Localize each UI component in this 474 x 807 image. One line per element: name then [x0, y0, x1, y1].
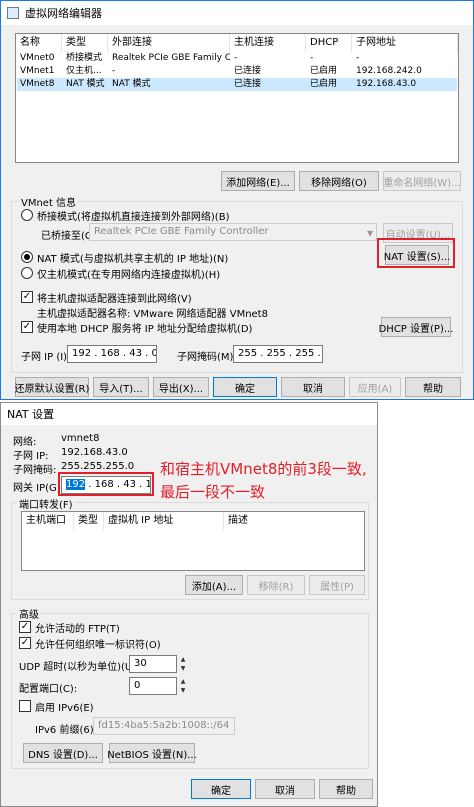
col-type[interactable]: 类型 — [62, 34, 108, 52]
subnet-ip-label: 子网 IP (I): — [21, 352, 71, 363]
pf-add-button[interactable]: 添加(A)... — [185, 575, 243, 595]
dhcp-settings-button[interactable]: DHCP 设置(P)... — [379, 317, 453, 337]
restore-defaults-button[interactable]: 还原默认设置(R) — [15, 377, 89, 397]
col-subnet[interactable]: 子网地址 — [352, 34, 458, 52]
adapter-name-text: 主机虚拟适配器名称: VMware 网络适配器 VMnet8 — [37, 309, 268, 320]
pf-col-desc[interactable]: 描述 — [224, 512, 364, 530]
col-name[interactable]: 名称 — [16, 34, 62, 52]
import-button[interactable]: 导入(T)... — [93, 377, 149, 397]
cancel-button[interactable]: 取消 — [281, 377, 345, 397]
network-label: 网络: — [13, 437, 37, 448]
subnet-mask-input[interactable]: 255 . 255 . 255 . 0 — [233, 345, 323, 363]
pf-col-host-port[interactable]: 主机端口 — [22, 512, 74, 530]
pf-properties-button[interactable]: 属性(P) — [309, 575, 365, 595]
apply-button[interactable]: 应用(A) — [349, 377, 401, 397]
nat-titlebar: NAT 设置 — [1, 403, 377, 425]
col-host[interactable]: 主机连接 — [230, 34, 306, 52]
bridge-mode-label: 桥接模式(将虚拟机直接连接到外部网络)(B) — [37, 212, 230, 223]
chevron-down-icon: ▼ — [367, 229, 374, 238]
udp-timeout-input[interactable]: 30 — [129, 655, 177, 673]
network-app-icon — [7, 7, 19, 19]
ipv6-prefix-label: IPv6 前缀(6): — [35, 725, 97, 736]
nat-title: NAT 设置 — [7, 408, 55, 421]
nat-subnet-ip-value: 192.168.43.0 — [61, 447, 128, 458]
annotation-highlight-gateway — [58, 472, 154, 496]
gateway-ip-label: 网关 IP(G): — [13, 483, 65, 494]
vmnet-info-title: VMnet 信息 — [19, 194, 79, 209]
pf-col-type[interactable]: 类型 — [74, 512, 104, 530]
pf-col-vm-ip[interactable]: 虚拟机 IP 地址 — [104, 512, 224, 530]
nat-mode-radio[interactable] — [21, 251, 33, 263]
help-button[interactable]: 帮助 — [405, 377, 461, 397]
network-list[interactable]: 名称 类型 外部连接 主机连接 DHCP 子网地址 VMnet0 桥接模式 Re… — [15, 33, 459, 163]
port-forward-list[interactable]: 主机端口 类型 虚拟机 IP 地址 描述 — [21, 511, 365, 571]
bridge-to-select[interactable]: Realtek PCIe GBE Family Controller — [89, 223, 377, 241]
allow-ftp-label: 允许活动的 FTP(T) — [35, 624, 120, 635]
editor-titlebar: 虚拟网络编辑器 — [1, 1, 473, 25]
ok-button[interactable]: 确定 — [213, 377, 277, 397]
col-dhcp[interactable]: DHCP — [306, 34, 352, 52]
dns-settings-button[interactable]: DNS 设置(D)... — [23, 743, 103, 763]
nat-help-button[interactable]: 帮助 — [319, 779, 373, 799]
netbios-settings-button[interactable]: NetBIOS 设置(N)... — [107, 743, 197, 763]
allow-oui-checkbox[interactable]: ✓ — [19, 637, 31, 649]
rename-network-button[interactable]: 重命名网络(W)... — [383, 171, 461, 191]
nat-mode-label: NAT 模式(与虚拟机共享主机的 IP 地址)(N) — [37, 254, 229, 265]
udp-timeout-label: UDP 超时(以秒为单位)(U): — [19, 662, 140, 673]
ipv6-prefix-input[interactable]: fd15:4ba5:5a2b:1008::/64 — [93, 717, 235, 735]
network-value: vmnet8 — [61, 433, 100, 444]
nat-cancel-button[interactable]: 取消 — [255, 779, 315, 799]
nat-subnet-mask-label: 子网掩码: — [13, 465, 57, 476]
udp-spin-icon[interactable]: ▲ ▼ — [178, 655, 188, 673]
advanced-title: 高级 — [17, 606, 41, 621]
export-button[interactable]: 导出(X)... — [153, 377, 209, 397]
subnet-mask-label: 子网掩码(M): — [177, 352, 237, 363]
host-only-radio[interactable] — [21, 267, 33, 279]
col-external[interactable]: 外部连接 — [108, 34, 230, 52]
nat-ok-button[interactable]: 确定 — [191, 779, 251, 799]
enable-ipv6-label: 启用 IPv6(E) — [35, 703, 94, 714]
connect-adapter-checkbox[interactable]: ✓ — [21, 291, 33, 303]
allow-oui-label: 允许任何组织唯一标识符(O) — [35, 640, 161, 651]
virtual-network-editor-window: 虚拟网络编辑器 名称 类型 外部连接 主机连接 DHCP 子网地址 VMnet0… — [0, 0, 474, 400]
nat-subnet-ip-label: 子网 IP: — [13, 451, 49, 462]
connect-adapter-label: 将主机虚拟适配器连接到此网络(V) — [37, 294, 192, 305]
subnet-ip-input[interactable]: 192 . 168 . 43 . 0 — [67, 345, 157, 363]
annotation-highlight-nat-button — [377, 238, 455, 268]
config-port-spin-icon[interactable]: ▲ ▼ — [178, 677, 188, 695]
bridge-mode-radio[interactable] — [21, 209, 33, 221]
port-forward-title: 端口转发(F) — [17, 496, 75, 511]
host-only-label: 仅主机模式(在专用网络内连接虚拟机)(H) — [37, 270, 221, 281]
remove-network-button[interactable]: 移除网络(O) — [299, 171, 379, 191]
allow-ftp-checkbox[interactable]: ✓ — [19, 621, 31, 633]
pf-remove-button[interactable]: 移除(R) — [247, 575, 305, 595]
editor-title: 虚拟网络编辑器 — [25, 7, 102, 20]
annotation-note-line2: 最后一段不一致 — [160, 483, 266, 501]
use-dhcp-checkbox[interactable]: ✓ — [21, 321, 33, 333]
nat-subnet-mask-value: 255.255.255.0 — [61, 461, 135, 472]
config-port-label: 配置端口(C): — [19, 684, 78, 695]
enable-ipv6-checkbox[interactable] — [19, 700, 31, 712]
add-network-button[interactable]: 添加网络(E)... — [221, 171, 295, 191]
annotation-note-line1: 和宿主机VMnet8的前3段一致, — [160, 460, 367, 478]
use-dhcp-label: 使用本地 DHCP 服务将 IP 地址分配给虚拟机(D) — [37, 324, 253, 335]
config-port-input[interactable]: 0 — [129, 677, 177, 695]
